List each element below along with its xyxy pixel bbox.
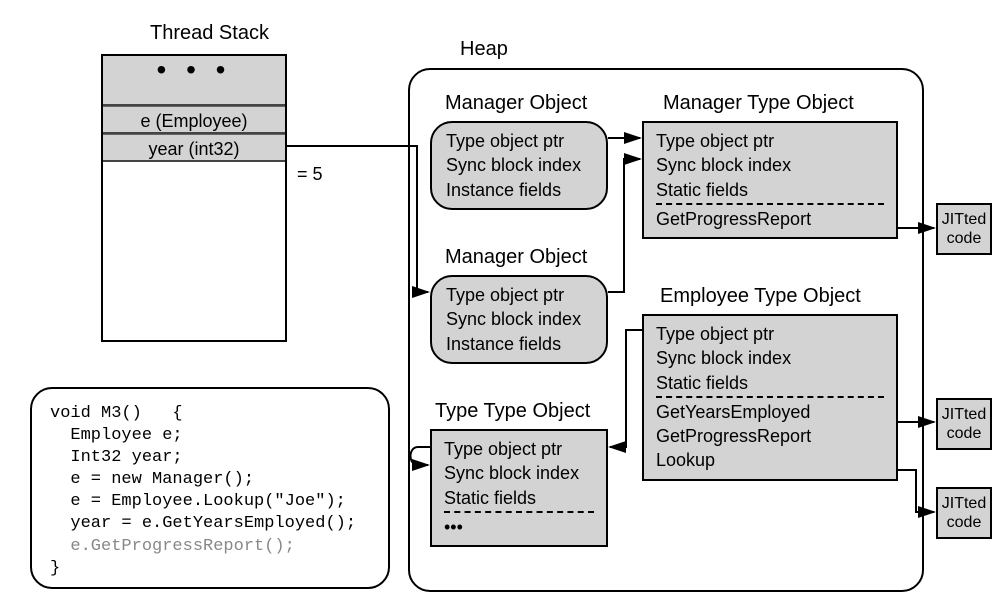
jit-2b: code xyxy=(938,424,990,443)
thread-stack-box: • • • e (Employee) year (int32) xyxy=(101,54,287,342)
mto-dashline xyxy=(656,203,884,205)
type-type-object-title: Type Type Object xyxy=(435,400,590,423)
tto-static-fields: Static fields xyxy=(444,486,594,510)
code-end: } xyxy=(50,559,60,578)
eto-static-fields: Static fields xyxy=(656,371,884,395)
employee-type-object-title: Employee Type Object xyxy=(660,285,861,308)
type-type-object: Type object ptr Sync block index Static … xyxy=(430,429,608,547)
eto-type-ptr: Type object ptr xyxy=(656,322,884,346)
code-l5: year = e.GetYearsEmployed(); xyxy=(50,514,356,533)
stack-row-year: year (int32) xyxy=(103,134,285,162)
tto-dots: ••• xyxy=(444,515,594,539)
mgr1-type-ptr: Type object ptr xyxy=(446,129,592,153)
manager-object-2: Type object ptr Sync block index Instanc… xyxy=(430,275,608,364)
code-l3: e = new Manager(); xyxy=(50,470,254,489)
jit-box-2: JITted code xyxy=(936,398,992,450)
mgr2-sync-block: Sync block index xyxy=(446,307,592,331)
mgr2-instance-fields: Instance fields xyxy=(446,332,592,356)
stack-year-value: = 5 xyxy=(297,164,323,185)
jit-1a: JITted xyxy=(938,210,990,229)
jit-box-3: JITted code xyxy=(936,487,992,539)
jit-1b: code xyxy=(938,229,990,248)
eto-method-2: GetProgressReport xyxy=(656,424,884,448)
code-l4: e = Employee.Lookup("Joe"); xyxy=(50,492,346,511)
code-highlight: e.GetProgressReport(); xyxy=(50,537,295,556)
mto-static-fields: Static fields xyxy=(656,178,884,202)
manager-type-object: Type object ptr Sync block index Static … xyxy=(642,121,898,239)
eto-method-1: GetYearsEmployed xyxy=(656,400,884,424)
mto-method-1: GetProgressReport xyxy=(656,207,884,231)
mgr1-sync-block: Sync block index xyxy=(446,153,592,177)
mgr1-instance-fields: Instance fields xyxy=(446,178,592,202)
eto-dashline xyxy=(656,396,884,398)
stack-dots: • • • xyxy=(103,56,285,106)
eto-method-3: Lookup xyxy=(656,448,884,472)
tto-dashline xyxy=(444,511,594,513)
code-box: void M3() { Employee e; Int32 year; e = … xyxy=(30,387,390,589)
employee-type-object: Type object ptr Sync block index Static … xyxy=(642,314,898,481)
jit-3b: code xyxy=(938,513,990,532)
jit-3a: JITted xyxy=(938,494,990,513)
manager-object-2-title: Manager Object xyxy=(445,246,587,269)
eto-sync-block: Sync block index xyxy=(656,346,884,370)
stack-row-e: e (Employee) xyxy=(103,106,285,134)
tto-type-ptr: Type object ptr xyxy=(444,437,594,461)
code-sig: void M3() { xyxy=(50,404,183,423)
manager-object-1-title: Manager Object xyxy=(445,92,587,115)
thread-stack-title: Thread Stack xyxy=(150,22,269,45)
mto-sync-block: Sync block index xyxy=(656,153,884,177)
jit-box-1: JITted code xyxy=(936,203,992,255)
manager-object-1: Type object ptr Sync block index Instanc… xyxy=(430,121,608,210)
heap-title: Heap xyxy=(460,38,508,61)
tto-sync-block: Sync block index xyxy=(444,461,594,485)
mto-type-ptr: Type object ptr xyxy=(656,129,884,153)
code-l2: Int32 year; xyxy=(50,448,183,467)
code-l1: Employee e; xyxy=(50,426,183,445)
jit-2a: JITted xyxy=(938,405,990,424)
mgr2-type-ptr: Type object ptr xyxy=(446,283,592,307)
manager-type-object-title: Manager Type Object xyxy=(663,92,854,115)
